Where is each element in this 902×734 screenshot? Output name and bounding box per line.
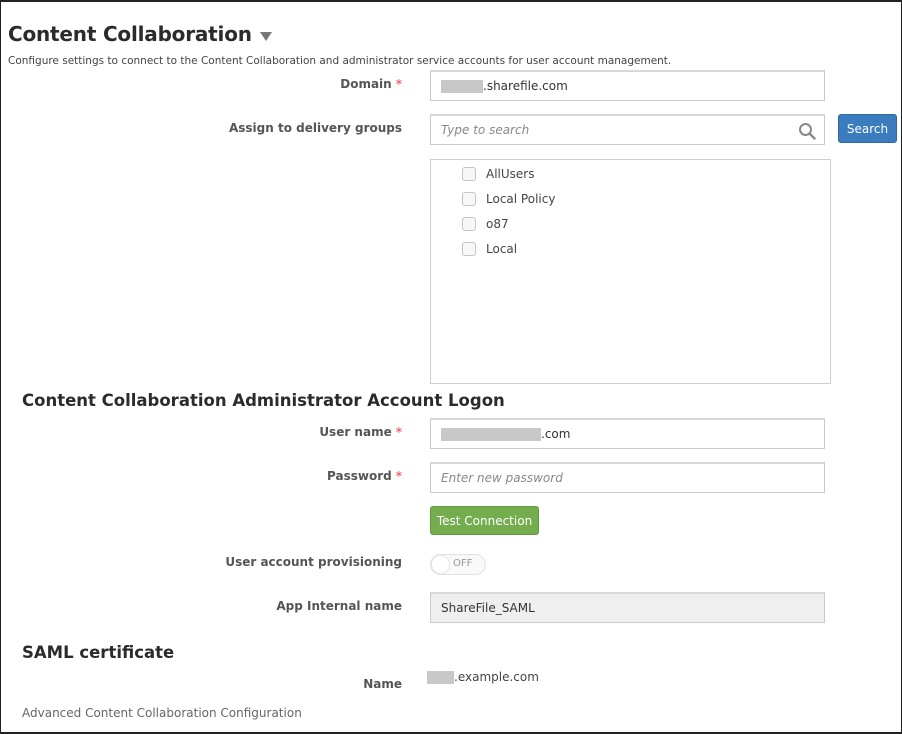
toggle-knob [431,555,450,574]
required-icon: * [395,77,402,91]
password-label-text: Password [327,469,392,483]
delivery-groups-search-input[interactable]: Type to search [430,114,825,145]
list-item[interactable]: o87 [462,217,509,231]
delivery-groups-label: Assign to delivery groups [228,121,402,135]
advanced-configuration-link[interactable]: Advanced Content Collaboration Configura… [22,706,302,720]
domain-input[interactable]: .sharefile.com [430,70,825,101]
app-name-value: ShareFile_SAML [441,601,535,615]
username-label-text: User name [319,425,392,439]
redacted-text [427,670,454,684]
saml-name-text: .example.com [454,670,539,684]
caret-down-icon[interactable] [259,31,272,41]
search-button[interactable]: Search [838,114,897,143]
username-value: .com [541,427,571,441]
app-name-input: ShareFile_SAML [430,592,825,623]
list-item[interactable]: AllUsers [462,167,534,181]
username-input[interactable]: .com [430,418,825,449]
password-placeholder: Enter new password [441,471,563,485]
required-icon: * [395,469,402,483]
checkbox[interactable] [462,192,476,206]
app-name-label: App Internal name [276,599,402,613]
test-connection-button[interactable]: Test Connection [430,506,539,535]
domain-label: Domain * [340,77,402,91]
saml-heading: SAML certificate [22,643,175,662]
password-label: Password * [327,469,402,483]
page-title[interactable]: Content Collaboration [8,22,272,46]
checkbox[interactable] [462,217,476,231]
domain-label-text: Domain [340,77,392,91]
redacted-text [441,79,483,93]
provisioning-label: User account provisioning [225,555,402,569]
required-icon: * [395,425,402,439]
search-placeholder: Type to search [441,123,530,137]
list-item-label: AllUsers [486,167,535,181]
list-item-label: Local [486,242,518,256]
saml-name-value: .example.com [427,670,539,684]
toggle-state: OFF [453,558,473,569]
page-description: Configure settings to connect to the Con… [8,55,672,67]
saml-name-label: Name [363,677,402,691]
username-label: User name * [319,425,402,439]
search-icon[interactable] [798,122,816,140]
checkbox[interactable] [462,167,476,181]
list-item[interactable]: Local [462,242,517,256]
list-item-label: Local Policy [486,192,556,206]
list-item-label: o87 [486,217,509,231]
delivery-groups-list[interactable]: AllUsers Local Policy o87 Local [430,159,831,384]
password-input[interactable]: Enter new password [430,462,825,493]
checkbox[interactable] [462,242,476,256]
domain-value: .sharefile.com [483,79,568,93]
list-item[interactable]: Local Policy [462,192,555,206]
admin-logon-heading: Content Collaboration Administrator Acco… [22,391,505,410]
redacted-text [441,427,541,441]
page-title-text: Content Collaboration [8,22,252,46]
provisioning-toggle[interactable]: OFF [430,554,486,575]
